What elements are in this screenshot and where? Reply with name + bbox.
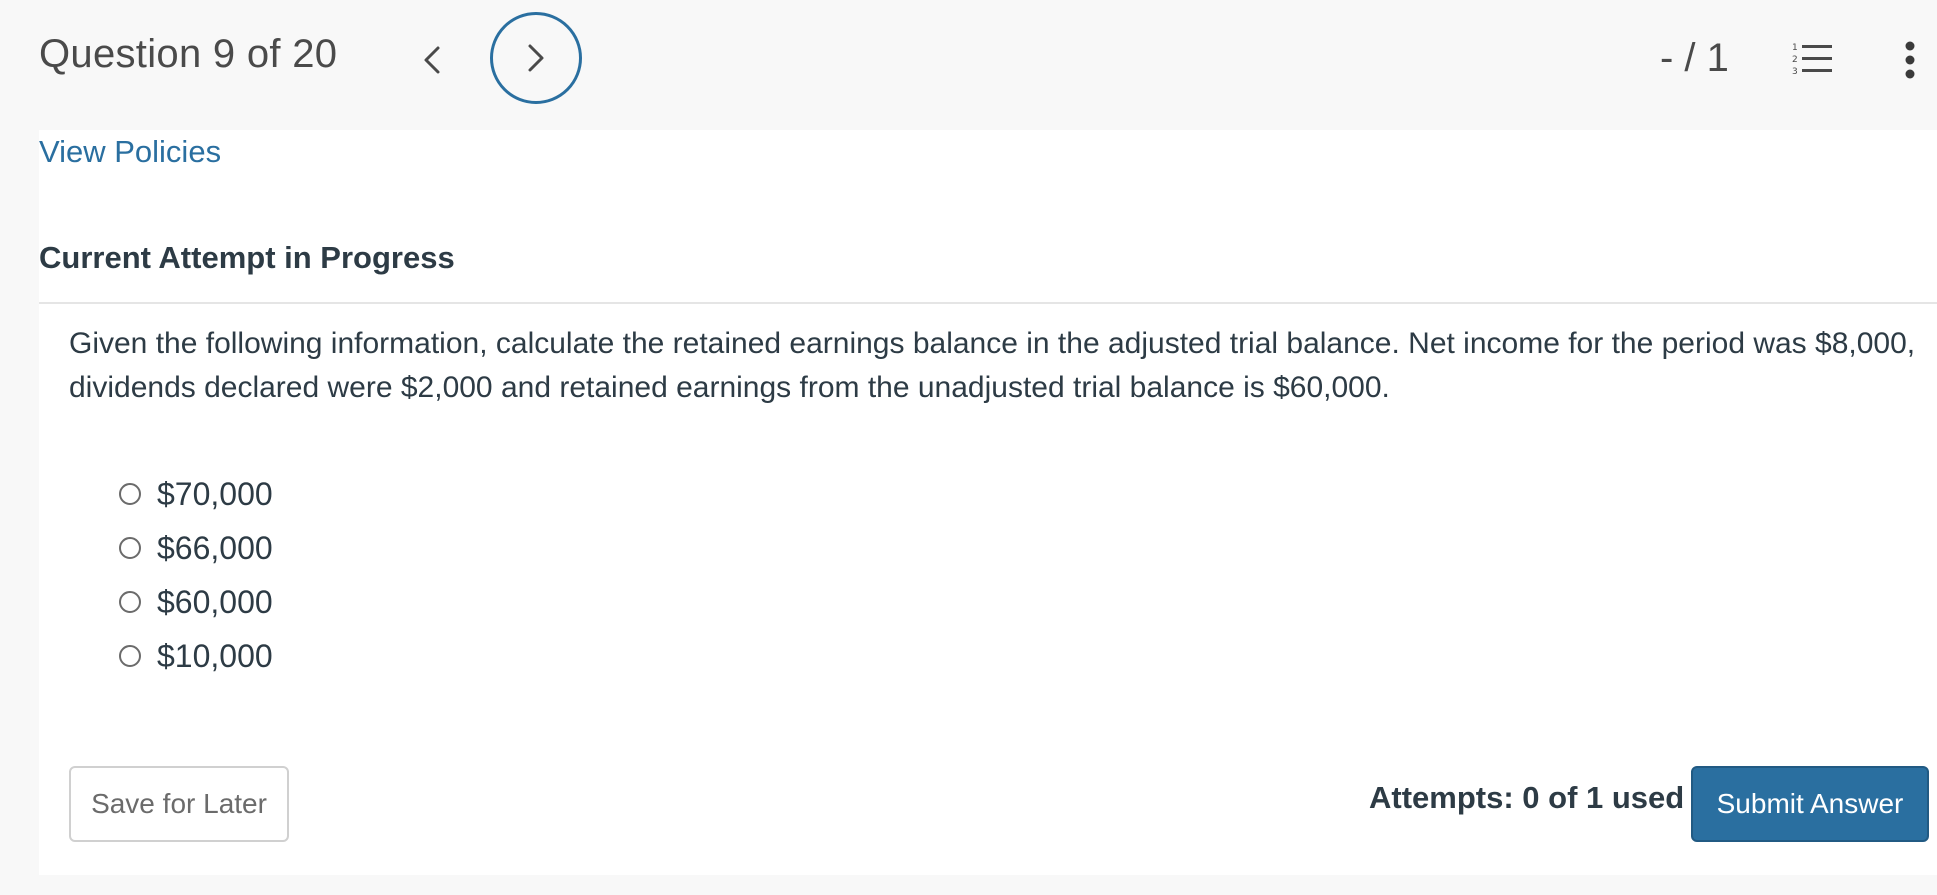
more-options-button[interactable] (1900, 38, 1920, 82)
divider (39, 302, 1937, 304)
next-question-button[interactable] (490, 12, 582, 104)
radio-button[interactable] (119, 537, 141, 559)
question-text: Given the following information, calcula… (69, 327, 1916, 404)
answer-option-label: $70,000 (157, 475, 273, 512)
svg-text:3: 3 (1792, 67, 1798, 77)
radio-button[interactable] (119, 591, 141, 613)
view-policies-link[interactable]: View Policies (39, 134, 221, 170)
answer-option-label: $10,000 (157, 637, 273, 674)
answer-option[interactable]: $70,000 (119, 467, 273, 521)
radio-button[interactable] (119, 483, 141, 505)
numbered-list-icon: 1 2 3 (1792, 43, 1832, 77)
attempt-heading: Current Attempt in Progress (39, 240, 455, 275)
question-title: Question 9 of 20 (39, 32, 338, 76)
question-header: Question 9 of 20 - / 1 1 2 3 (0, 0, 1937, 130)
save-for-later-button[interactable]: Save for Later (69, 766, 289, 842)
answer-options: $70,000 $66,000 $60,000 $10,000 (119, 467, 273, 683)
answer-option[interactable]: $60,000 (119, 575, 273, 629)
radio-button[interactable] (119, 645, 141, 667)
svg-text:1: 1 (1792, 43, 1798, 53)
answer-option[interactable]: $10,000 (119, 629, 273, 683)
answer-option-label: $60,000 (157, 583, 273, 620)
answer-option-label: $66,000 (157, 529, 273, 566)
question-content: View Policies Current Attempt in Progres… (39, 130, 1937, 875)
submit-answer-button[interactable]: Submit Answer (1691, 766, 1929, 842)
svg-text:2: 2 (1792, 55, 1798, 65)
question-list-button[interactable]: 1 2 3 (1790, 40, 1834, 80)
answer-option[interactable]: $66,000 (119, 521, 273, 575)
vertical-ellipsis-icon (1905, 41, 1915, 79)
attempts-counter: Attempts: 0 of 1 used (1369, 780, 1685, 815)
chevron-right-icon (528, 44, 544, 72)
previous-question-button[interactable] (412, 32, 452, 88)
score-display: - / 1 (1660, 36, 1729, 80)
chevron-left-icon (424, 46, 440, 74)
